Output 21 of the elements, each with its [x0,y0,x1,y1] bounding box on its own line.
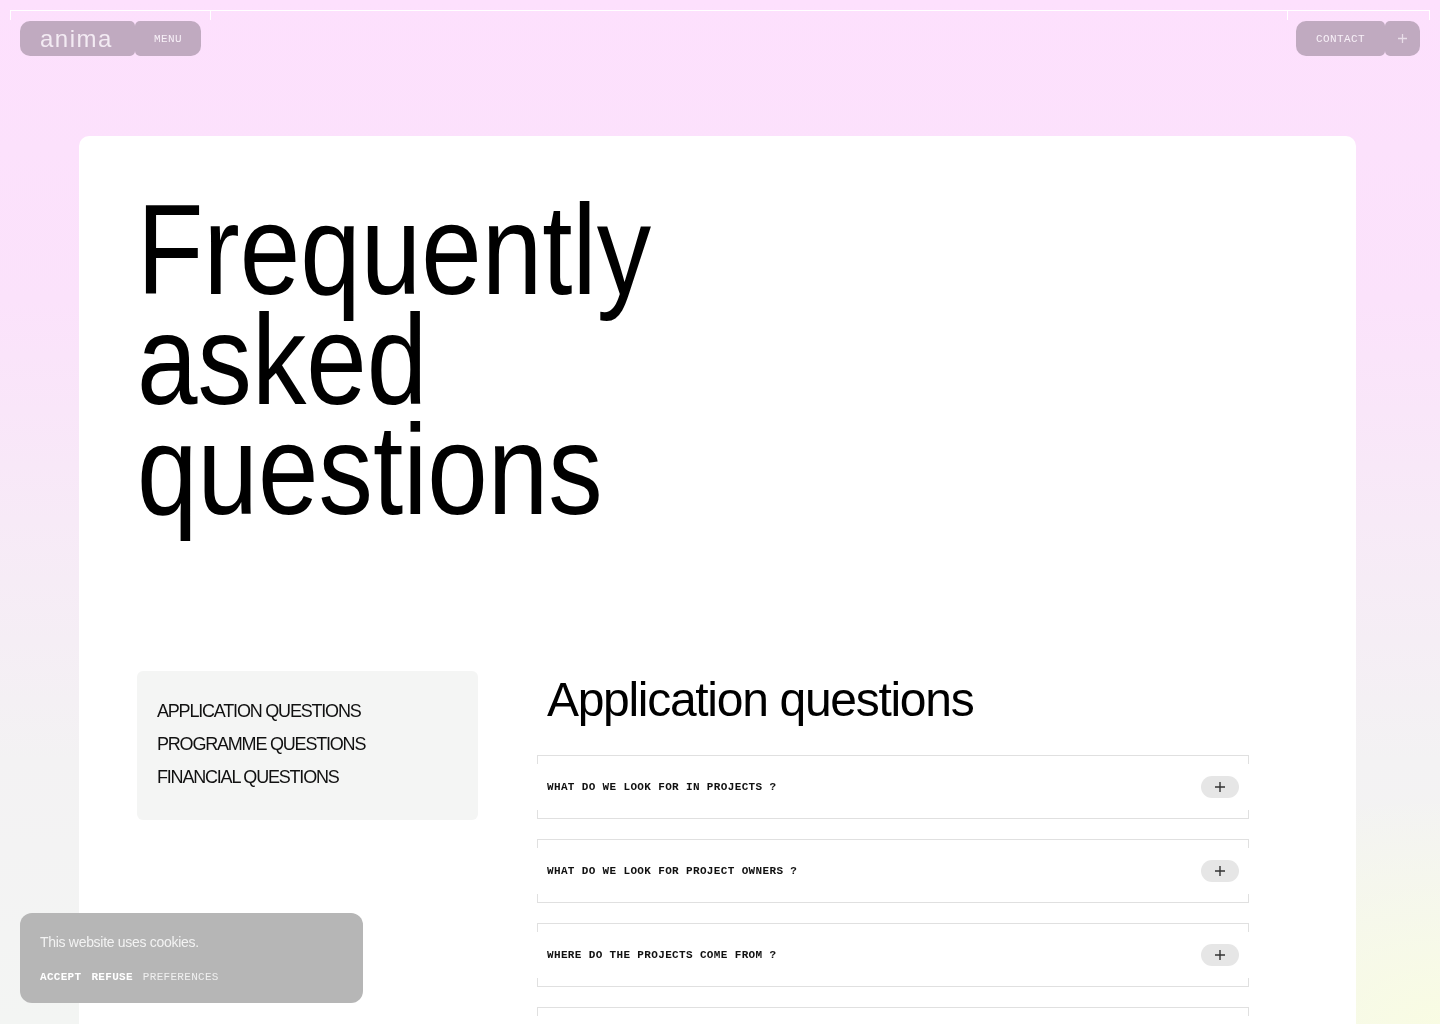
expand-button[interactable] [1201,860,1239,882]
sidebar-link[interactable]: PROGRAMME QUESTIONS [157,728,366,761]
question-text: WHAT DO WE LOOK FOR PROJECT OWNERS ? [547,864,798,878]
page-title: Frequently asked questions [137,195,653,543]
section-title: Application questions [547,673,974,726]
plus-icon [1398,34,1407,43]
plus-icon [1215,866,1225,876]
cookie-button[interactable]: ACCEPT [40,970,82,984]
cookie-message: This website uses cookies. [40,933,199,951]
sidebar-link[interactable]: FINANCIAL QUESTIONS [157,761,339,794]
cookie-button[interactable]: REFUSE [91,970,133,984]
contact-button[interactable]: CONTACT [1296,21,1385,56]
question-text: WHERE DO THE PROJECTS COME FROM ? [547,948,777,962]
plus-icon [1215,782,1225,792]
logo-link[interactable]: anima [20,21,135,56]
expand-button[interactable] [1201,944,1239,966]
plus-icon [1215,950,1225,960]
question-text: WHAT DO WE LOOK FOR IN PROJECTS ? [547,780,777,794]
menu-button[interactable]: MENU [135,21,201,56]
sidebar-link[interactable]: APPLICATION QUESTIONS [157,695,361,728]
expand-button[interactable] [1201,776,1239,798]
